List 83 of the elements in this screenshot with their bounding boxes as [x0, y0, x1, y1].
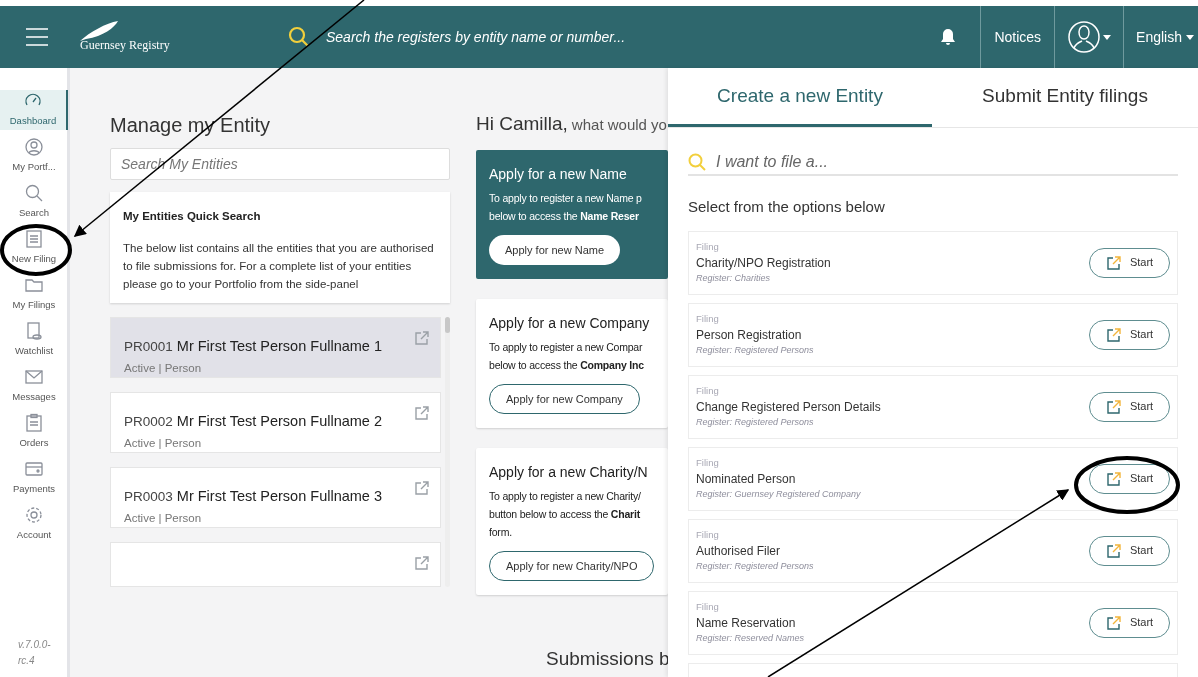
external-link-icon [414, 330, 430, 347]
sidebar-item[interactable]: Orders [0, 412, 68, 452]
search-field[interactable]: I want to file a... [716, 150, 1178, 174]
entity-code: PR0003 [124, 488, 173, 507]
option-type: Filing [696, 383, 720, 398]
sidebar-item[interactable]: My Portf... [0, 136, 68, 176]
option-title: Charity/NPO Registration [696, 254, 832, 272]
scrollbar[interactable] [445, 317, 450, 588]
clipboard-icon [24, 413, 44, 434]
entity-code: PR0002 [124, 413, 173, 432]
menu-icon [26, 27, 48, 47]
entity-card[interactable]: PR0001 Mr First Test Person Fullname 1 Active | Person [110, 317, 441, 379]
entity-name: Mr First Test Person Fullname 1 [176, 337, 382, 357]
greeting-name: Hi Camilla, [476, 112, 568, 136]
sidebar-item[interactable]: My Filings [0, 274, 68, 314]
document-icon [24, 229, 44, 250]
sidebar-item[interactable]: Watchlist [0, 320, 68, 360]
sidebar-item[interactable]: Messages [0, 366, 68, 406]
external-link-icon [1105, 326, 1122, 343]
external-link-icon [1105, 470, 1122, 487]
caret-icon [1103, 34, 1112, 40]
panel-tab[interactable]: Create a new Entity [668, 68, 932, 127]
entity-name: Mr First Test Person Fullname 3 [176, 487, 382, 507]
caret-icon [1186, 34, 1194, 40]
external-link-icon [1105, 614, 1122, 631]
settings-icon [24, 505, 44, 526]
search-field[interactable]: Search My Entities [110, 148, 450, 180]
option-register: Register: Guernsey Registered Company [696, 487, 862, 501]
entity-meta: Active | Person [124, 361, 203, 376]
panel-subtitle: Select from the options below [688, 197, 886, 217]
option-type: Filing [696, 311, 720, 326]
card-text: To apply to register a new Name p below to access the Name Reser [489, 191, 642, 224]
user-icon [24, 137, 44, 158]
entity-name: Mr First Test Person Fullname 2 [176, 412, 382, 432]
option-register: Register: Registered Persons [696, 559, 815, 573]
panel-tab[interactable]: Submit Entity filings [932, 68, 1198, 127]
card-title: Apply for a new Charity/N [489, 463, 648, 482]
search-icon [24, 183, 44, 204]
bell-icon[interactable] [940, 28, 957, 46]
feather-icon [78, 20, 120, 42]
card-title: Apply for a new Name [489, 165, 627, 184]
external-link-icon [1105, 398, 1122, 415]
option-type: Filing [696, 527, 720, 542]
card-title: Apply for a new Company [489, 314, 650, 333]
document-eye-icon [24, 321, 44, 342]
entity-card[interactable]: PR0002 Mr First Test Person Fullname 2 Active | Person [110, 392, 441, 454]
external-link-icon [414, 555, 430, 572]
option-title: Person Registration [696, 326, 803, 344]
sidebar-item[interactable]: Payments [0, 458, 68, 498]
apply-button[interactable]: Apply for new Name [489, 235, 621, 265]
entity-meta: Active | Person [124, 436, 203, 451]
logo-text: Guernsey Registry [80, 37, 171, 54]
sidebar-item[interactable]: Dashboard [0, 90, 68, 130]
sidebar-item[interactable]: Account [0, 504, 68, 544]
version-text: v.7.0.0- rc.4 [18, 638, 51, 668]
option-type: Filing [696, 239, 720, 254]
entity-code: PR0001 [124, 338, 173, 357]
external-link-icon [1105, 542, 1122, 559]
option-register: Register: Reserved Names [696, 631, 806, 645]
entity-meta: Active | Person [124, 511, 203, 526]
external-link-icon [1105, 254, 1122, 271]
entity-card[interactable]: PR0003 Mr First Test Person Fullname 3 Active | Person [110, 467, 441, 529]
greeting-text: what would yo [571, 115, 667, 135]
user-icon [1067, 20, 1102, 54]
card-title: My Entities Quick Search [123, 209, 262, 224]
option-title: Change Registered Person Details [696, 398, 882, 416]
search-field[interactable]: Search the registers by entity name or number... [326, 26, 806, 48]
search-icon [288, 26, 310, 48]
option-register: Register: Charities [696, 271, 772, 285]
option-title: Nominated Person [696, 470, 797, 488]
external-link-icon [414, 405, 430, 422]
option-type: Filing [696, 455, 720, 470]
option-title: Name Reservation [696, 614, 797, 632]
option-type: Filing [696, 599, 720, 614]
sidebar-item[interactable]: Search [0, 182, 68, 222]
search-icon [688, 153, 706, 171]
option-register: Register: Registered Persons [696, 415, 815, 429]
option-register: Register: Registered Persons [696, 343, 815, 357]
card-text: The below list contains all the entities that you are authorised to file submissions for. For a complete list of your entities please go to your Portfolio from the side-panel [123, 241, 435, 293]
option-title: Authorised Filer [696, 542, 782, 560]
external-link-icon [414, 480, 430, 497]
card-text: To apply to register a new Compar below to access the Company Inc [489, 340, 644, 373]
card-text: To apply to register a new Charity/ button below to access the Charit form. [489, 489, 641, 540]
